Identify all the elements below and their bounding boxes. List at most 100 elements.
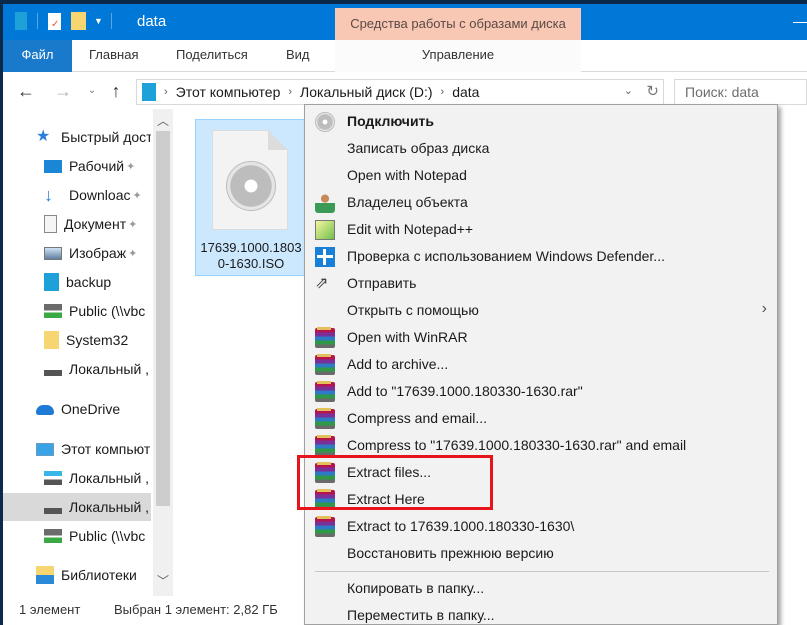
address-history-icon[interactable]: ⌄ bbox=[624, 84, 633, 97]
notepadpp-icon bbox=[315, 220, 335, 240]
context-menu: Подключить Записать образ диска Open wit… bbox=[304, 104, 778, 625]
document-icon bbox=[44, 215, 57, 233]
download-icon: ↓ bbox=[44, 185, 53, 205]
menu-item-restore-previous[interactable]: Восстановить прежнюю версию bbox=[307, 540, 777, 567]
sidebar-item-backup[interactable]: backup bbox=[3, 268, 151, 296]
onedrive-icon bbox=[36, 405, 54, 415]
tab-share[interactable]: Поделиться bbox=[176, 40, 248, 72]
sidebar-item-local-disk-c[interactable]: Локальный , bbox=[3, 464, 151, 492]
menu-item-edit-notepadpp[interactable]: Edit with Notepad++ bbox=[307, 216, 777, 243]
libraries-icon bbox=[36, 566, 54, 584]
sidebar-item-local-disk-d[interactable]: Локальный , bbox=[3, 493, 151, 521]
sidebar-scrollbar[interactable]: ︿ ﹀ bbox=[153, 109, 173, 596]
owner-icon bbox=[315, 193, 335, 213]
new-folder-icon[interactable] bbox=[71, 12, 86, 30]
folder-blue-icon bbox=[44, 273, 59, 291]
drive-icon bbox=[44, 370, 62, 376]
menu-item-send-to[interactable]: ⇗ Отправить bbox=[307, 270, 777, 297]
title-bar: ✓ ▼ data Средства работы с образами диск… bbox=[3, 4, 807, 40]
file-item[interactable]: 17639.1000.1803 0-1630.ISO bbox=[195, 119, 305, 276]
sidebar-item-public-network[interactable]: Public (\\vbc bbox=[3, 297, 151, 325]
winrar-icon bbox=[315, 516, 335, 537]
sidebar-item-pictures[interactable]: Изображ ✦ bbox=[3, 239, 151, 267]
breadcrumb-separator: › bbox=[440, 86, 445, 98]
computer-icon bbox=[36, 442, 54, 456]
menu-item-windows-defender[interactable]: Проверка с использованием Windows Defend… bbox=[307, 243, 777, 270]
item-count: 1 элемент bbox=[19, 602, 81, 617]
menu-item-open-with-notepad[interactable]: Open with Notepad bbox=[307, 162, 777, 189]
separator bbox=[110, 13, 112, 29]
arrow-right-icon[interactable]: → bbox=[52, 79, 74, 103]
sidebar-item-local-disk[interactable]: Локальный , bbox=[3, 355, 151, 383]
chevron-right-icon: › bbox=[761, 300, 767, 317]
sidebar-item-onedrive[interactable]: OneDrive bbox=[3, 395, 151, 423]
drive-icon bbox=[44, 508, 62, 514]
window-title: data bbox=[137, 13, 167, 30]
annotation-highlight-box bbox=[297, 455, 493, 510]
tab-manage[interactable]: Управление bbox=[335, 40, 581, 72]
sidebar-item-documents[interactable]: Документ ✦ bbox=[3, 210, 151, 238]
winrar-icon bbox=[315, 435, 335, 456]
tab-view[interactable]: Вид bbox=[286, 40, 310, 72]
sidebar-item-system32[interactable]: System32 bbox=[3, 326, 151, 354]
sidebar-item-desktop[interactable]: Рабочий ✦ bbox=[3, 152, 151, 180]
sidebar-item-this-pc[interactable]: Этот компьют bbox=[3, 435, 151, 463]
tab-file[interactable]: Файл bbox=[3, 40, 72, 72]
menu-separator bbox=[315, 571, 769, 572]
address-bar[interactable]: › Этот компьютер › Локальный диск (D:) ›… bbox=[136, 79, 664, 105]
arrow-left-icon[interactable]: ← bbox=[15, 79, 37, 103]
menu-item-open-winrar[interactable]: Open with WinRAR bbox=[307, 324, 777, 351]
arrow-up-icon[interactable]: ↑ bbox=[105, 79, 127, 103]
breadcrumb-data[interactable]: data bbox=[452, 84, 479, 100]
pin-icon: ✦ bbox=[132, 189, 142, 202]
chevron-down-icon[interactable]: ⌄ bbox=[81, 79, 103, 103]
minimize-button[interactable] bbox=[787, 14, 807, 23]
network-drive-icon bbox=[44, 304, 62, 318]
pin-icon: ✦ bbox=[128, 247, 138, 260]
refresh-icon[interactable]: ↻ bbox=[646, 82, 659, 100]
menu-item-mount[interactable]: Подключить bbox=[307, 108, 777, 135]
customize-toolbar-icon[interactable]: ▼ bbox=[94, 16, 103, 26]
search-input[interactable]: Поиск: data bbox=[674, 79, 807, 105]
menu-item-burn-disc-image[interactable]: Записать образ диска bbox=[307, 135, 777, 162]
pictures-icon bbox=[44, 246, 62, 260]
sidebar-item-libraries[interactable]: Библиотеки bbox=[3, 561, 151, 589]
menu-item-move-to-folder[interactable]: Переместить в папку... bbox=[307, 602, 777, 624]
sidebar-item-public-network-2[interactable]: Public (\\vbc bbox=[3, 522, 151, 550]
tab-home[interactable]: Главная bbox=[89, 40, 138, 72]
network-drive-icon bbox=[44, 529, 62, 543]
menu-item-extract-to-folder[interactable]: Extract to 17639.1000.180330-1630\ bbox=[307, 513, 777, 540]
star-icon: ★ bbox=[36, 128, 51, 145]
drive-folder-icon bbox=[142, 83, 156, 101]
contextual-tab-group: Средства работы с образами диска bbox=[335, 8, 581, 40]
sidebar-item-downloads[interactable]: ↓ Downloac ✦ bbox=[3, 181, 151, 209]
winrar-icon bbox=[315, 408, 335, 429]
scroll-up-icon[interactable]: ︿ bbox=[153, 111, 173, 131]
selection-info: Выбран 1 элемент: 2,82 ГБ bbox=[114, 602, 278, 617]
winrar-icon bbox=[315, 354, 335, 375]
menu-item-add-to-archive[interactable]: Add to archive... bbox=[307, 351, 777, 378]
file-name: 17639.1000.1803 0-1630.ISO bbox=[200, 240, 302, 271]
menu-item-object-owner[interactable]: Владелец объекта bbox=[307, 189, 777, 216]
disc-image-icon bbox=[212, 130, 288, 230]
disc-icon bbox=[315, 112, 335, 132]
sidebar-item-quick-access[interactable]: ★ Быстрый дост bbox=[3, 123, 151, 151]
menu-item-add-to-rar[interactable]: Add to "17639.1000.180330-1630.rar" bbox=[307, 378, 777, 405]
defender-icon bbox=[315, 247, 335, 267]
pin-icon: ✦ bbox=[126, 160, 136, 173]
menu-item-compress-email[interactable]: Compress and email... bbox=[307, 405, 777, 432]
menu-item-copy-to-folder[interactable]: Копировать в папку... bbox=[307, 575, 777, 602]
scroll-down-icon[interactable]: ﹀ bbox=[153, 571, 173, 591]
properties-icon[interactable]: ✓ bbox=[48, 12, 61, 30]
pin-icon: ✦ bbox=[128, 218, 138, 231]
winrar-icon bbox=[315, 327, 335, 348]
windows-drive-icon bbox=[44, 471, 62, 485]
breadcrumb-this-pc[interactable]: Этот компьютер bbox=[176, 84, 281, 100]
navigation-pane: ★ Быстрый дост Рабочий ✦ ↓ Downloac ✦ Доку… bbox=[3, 109, 151, 596]
ribbon-tabs: Файл Главная Поделиться Вид Управление bbox=[3, 40, 807, 72]
scrollbar-thumb[interactable] bbox=[156, 131, 170, 506]
breadcrumb-local-disk[interactable]: Локальный диск (D:) bbox=[300, 84, 433, 100]
quick-access-toolbar: ✓ ▼ bbox=[15, 12, 112, 30]
desktop-icon bbox=[44, 159, 62, 173]
menu-item-open-with[interactable]: Открыть с помощью › bbox=[307, 297, 777, 324]
